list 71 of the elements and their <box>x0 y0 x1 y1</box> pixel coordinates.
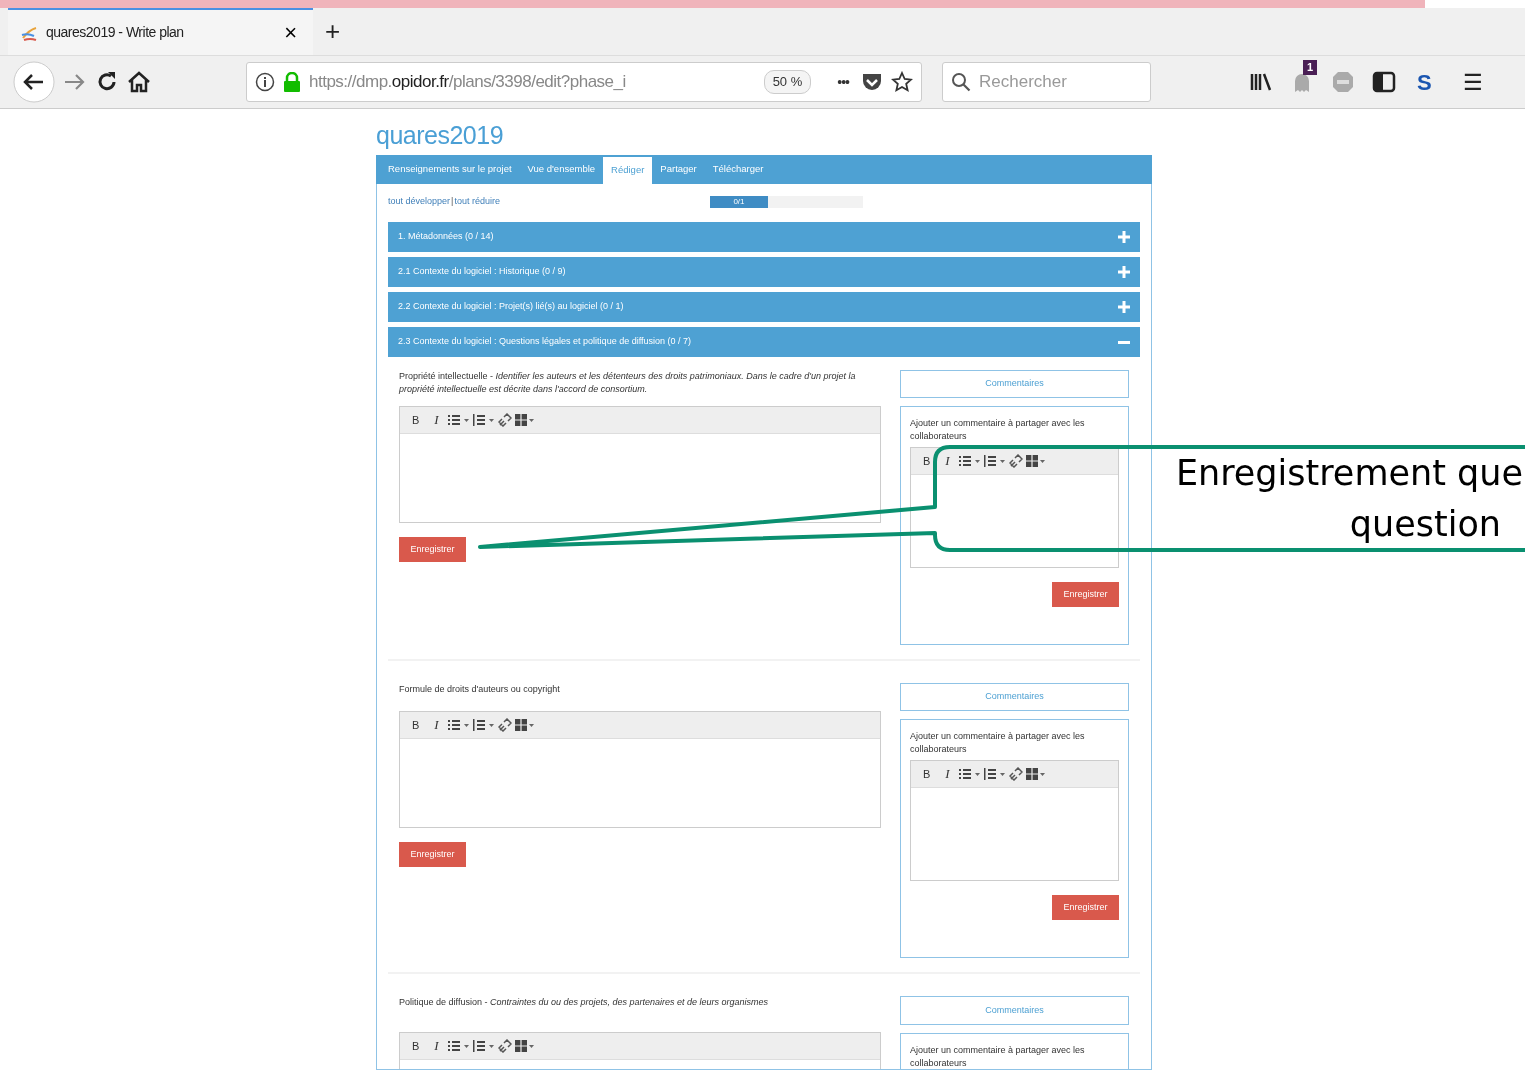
bold-button[interactable]: B <box>406 410 426 430</box>
numbered-list-icon[interactable] <box>472 414 495 426</box>
search-field[interactable]: Rechercher <box>942 62 1151 102</box>
bullet-list-icon[interactable] <box>958 767 981 780</box>
save-button[interactable]: Enregistrer <box>399 537 466 562</box>
bold-button[interactable]: B <box>917 450 937 471</box>
italic-button[interactable]: I <box>939 450 956 471</box>
question-label: Formule de droits d'auteurs ou copyright <box>399 683 561 696</box>
italic-button[interactable]: I <box>939 763 956 784</box>
save-button[interactable]: Enregistrer <box>399 842 466 867</box>
comment-prompt: Ajouter un commentaire à partager avec les collaborateurs <box>910 416 1086 443</box>
home-icon[interactable] <box>126 69 152 95</box>
question-label: Politique de diffusion - Contraintes du ou des projets, des partenaires et de leurs organismes <box>399 996 770 1009</box>
star-icon[interactable] <box>891 71 913 93</box>
comment-editor[interactable]: B I <box>910 759 1119 881</box>
plus-icon <box>1118 231 1130 243</box>
link-separator: | <box>450 195 454 209</box>
question-label: Propriété intellectuelle - Identifier les auteurs et les détenteurs des droits patrimoniaux. Dans le cadre d'un projet la propriété intellectuelle est décrite dans l'accord de consortium. <box>399 370 857 396</box>
collapse-all-link[interactable]: tout réduire <box>454 195 500 209</box>
expand-all-link[interactable]: tout développer <box>388 195 451 209</box>
pocket-icon[interactable] <box>861 71 883 93</box>
italic-button[interactable]: I <box>428 1036 445 1056</box>
library-icon[interactable] <box>1249 71 1273 93</box>
text-editor[interactable]: B I <box>399 711 881 828</box>
plus-icon <box>1118 266 1130 278</box>
table-icon[interactable] <box>1025 767 1046 780</box>
table-icon[interactable] <box>514 1040 535 1052</box>
bold-button[interactable]: B <box>917 763 937 784</box>
sync-button[interactable]: S <box>1413 65 1436 99</box>
bullet-list-icon[interactable] <box>958 454 981 467</box>
info-icon <box>255 72 275 92</box>
new-tab-button[interactable]: + <box>313 8 353 55</box>
comment-prompt: Ajouter un commentaire à partager avec les collaborateurs <box>910 729 1086 756</box>
comment-prompt: Ajouter un commentaire à partager avec les collaborateurs <box>910 1044 1086 1069</box>
bullet-list-icon[interactable] <box>447 1040 470 1052</box>
plus-icon <box>1118 301 1130 313</box>
browser-tab[interactable]: quares2019 - Write plan × <box>8 8 313 55</box>
more-actions-button[interactable]: ••• <box>833 67 853 97</box>
save-button[interactable]: Enregistrer <box>1052 894 1119 920</box>
italic-button[interactable]: I <box>428 715 445 735</box>
table-icon[interactable] <box>514 719 535 731</box>
lock-icon <box>283 72 301 92</box>
bullet-list-icon[interactable] <box>447 414 470 426</box>
text-editor[interactable]: B I <box>399 406 881 523</box>
italic-button[interactable]: I <box>428 410 445 430</box>
save-button[interactable]: Enregistrer <box>1052 581 1119 607</box>
bold-button[interactable]: B <box>406 715 426 735</box>
bold-button[interactable]: B <box>406 1036 426 1056</box>
zoom-level[interactable]: 50 % <box>763 70 812 94</box>
link-icon[interactable] <box>1008 766 1023 781</box>
comment-editor[interactable]: B I <box>910 446 1119 568</box>
address-bar[interactable]: https://dmp.opidor.fr/plans/3398/edit?phase_i 50 % ••• <box>246 62 922 102</box>
numbered-list-icon[interactable] <box>472 719 495 731</box>
menu-button[interactable]: ☰ <box>1458 61 1487 103</box>
back-icon[interactable] <box>12 60 56 104</box>
numbered-list-icon[interactable] <box>472 1040 495 1052</box>
link-icon[interactable] <box>497 413 512 427</box>
sidebar-icon[interactable] <box>1372 71 1396 93</box>
tab-close-button[interactable]: × <box>280 12 301 53</box>
numbered-list-icon[interactable] <box>983 767 1006 780</box>
link-icon[interactable] <box>497 1039 512 1053</box>
table-icon[interactable] <box>514 414 535 426</box>
progress-fill: 0/1 <box>709 196 769 208</box>
notification-badge: 1 <box>1303 60 1318 75</box>
link-icon[interactable] <box>497 718 512 732</box>
link-icon[interactable] <box>1008 453 1023 468</box>
table-icon[interactable] <box>1025 454 1046 467</box>
numbered-list-icon[interactable] <box>983 454 1006 467</box>
text-editor[interactable]: B I <box>399 1032 881 1069</box>
page-title: quares2019 <box>376 120 505 151</box>
bullet-list-icon[interactable] <box>447 719 470 731</box>
